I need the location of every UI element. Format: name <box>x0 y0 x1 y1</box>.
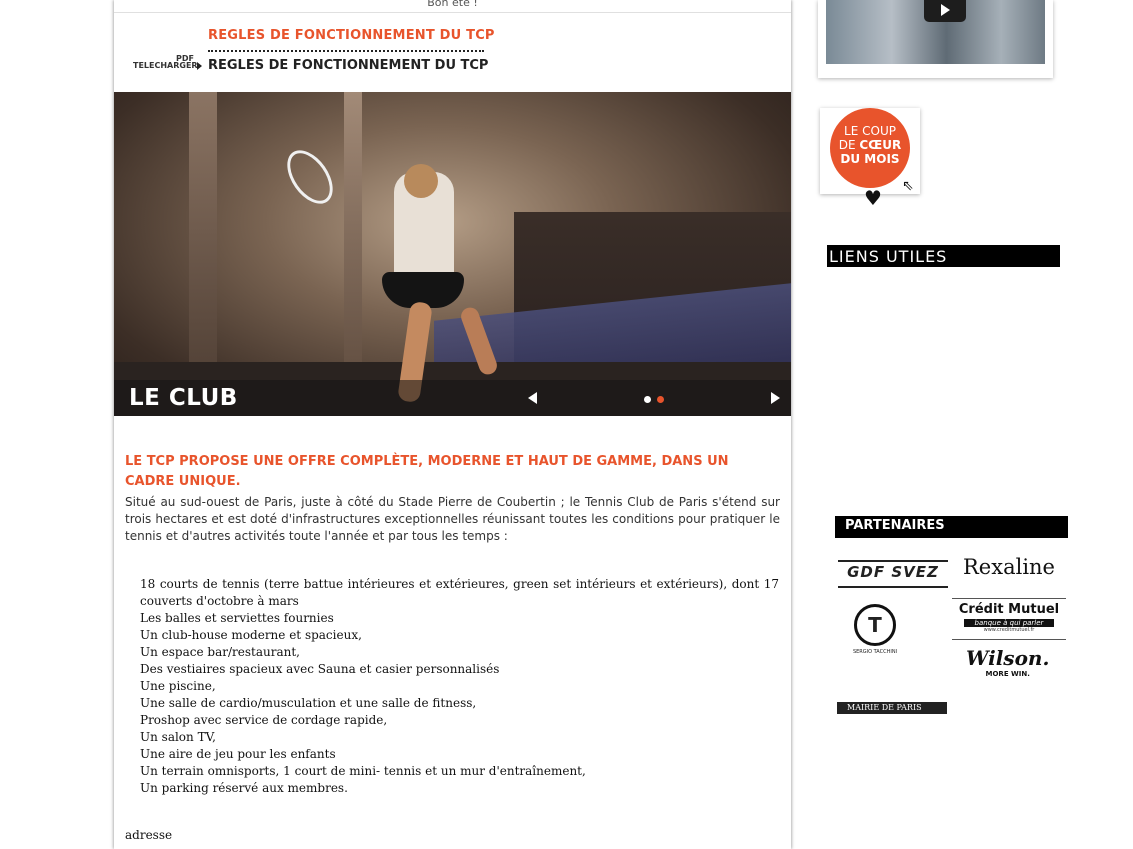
list-item: Un espace bar/restaurant, <box>140 645 300 659</box>
play-icon[interactable] <box>924 0 966 22</box>
hero-photo-detail <box>278 142 342 212</box>
gdf-suez-logo[interactable]: GDF SVEZ <box>838 560 948 588</box>
rexaline-logo[interactable]: Rexaline <box>963 555 1055 579</box>
liens-utiles-title: LIENS UTILES <box>829 247 948 266</box>
coeur-line2-pre: DE <box>838 138 860 152</box>
coeur-line2-bold: CŒUR <box>859 138 902 152</box>
address-label: adresse <box>125 828 173 842</box>
coup-de-coeur-badge[interactable]: LE COUP DE CŒUR DU MOIS <box>830 108 910 188</box>
list-item: 18 courts de tennis (terre battue intéri… <box>140 577 779 608</box>
tacchini-caption: SERGIO TACCHINI <box>852 649 898 655</box>
list-item: Un salon TV, <box>140 730 216 744</box>
slider-next-icon[interactable] <box>771 392 780 404</box>
wilson-title: Wilson. <box>966 646 1050 670</box>
wilson-tagline: MORE WIN. <box>985 670 1030 678</box>
list-item: Une piscine, <box>140 679 216 693</box>
coeur-line1: LE COUP <box>844 124 896 138</box>
sergio-tacchini-logo[interactable]: T SERGIO TACCHINI <box>852 604 898 662</box>
top-message: Bon été ! <box>114 0 791 13</box>
dotted-divider <box>208 50 484 52</box>
partners-title: PARTENAIRES <box>845 518 945 533</box>
download-title: REGLES DE FONCTIONNEMENT DU TCP <box>208 28 495 43</box>
slider-dot-1[interactable] <box>644 396 651 403</box>
download-link[interactable]: REGLES DE FONCTIONNEMENT DU TCP <box>208 58 488 73</box>
slider-caption: LE CLUB <box>129 385 238 411</box>
slider-prev-icon[interactable] <box>528 392 537 404</box>
list-item: Les balles et serviettes fournies <box>140 611 334 625</box>
list-item: Une salle de cardio/musculation et une s… <box>140 696 477 710</box>
coeur-line2: DE CŒUR <box>830 138 910 152</box>
heart-icon: ♥ <box>864 186 882 210</box>
intro-paragraph: Situé au sud-ouest de Paris, juste à côt… <box>125 495 780 543</box>
list-item: Des vestiaires spacieux avec Sauna et ca… <box>140 662 500 676</box>
tacchini-mark: T <box>854 604 896 646</box>
list-item: Un parking réservé aux membres. <box>140 781 348 795</box>
hero-photo-detail <box>404 164 438 198</box>
list-item: Un club-house moderne et spacieux, <box>140 628 362 642</box>
arrow-right-icon <box>197 62 202 70</box>
coup-de-coeur-widget[interactable]: LE COUP DE CŒUR DU MOIS ♥ ⇖ <box>820 108 920 210</box>
download-section: REGLES DE FONCTIONNEMENT DU TCP PDF TELE… <box>114 24 791 84</box>
download-label[interactable]: TELECHARGER <box>133 61 198 70</box>
hero-slider: LE CLUB <box>114 92 791 416</box>
list-item: Un terrain omnisports, 1 court de mini- … <box>140 764 586 778</box>
cursor-icon: ⇖ <box>902 178 914 194</box>
slider-dot-2[interactable] <box>657 396 664 403</box>
video-widget[interactable] <box>818 0 1053 78</box>
partners-header: PARTENAIRES <box>835 516 1068 538</box>
liens-utiles-header: LIENS UTILES <box>827 245 1060 267</box>
section-headline: LE TCP PROPOSE UNE OFFRE COMPLÈTE, MODER… <box>125 454 729 489</box>
credit-mutuel-tagline: banque à qui parler <box>964 619 1054 627</box>
credit-mutuel-url: www.creditmutuel.fr <box>983 627 1035 633</box>
video-thumbnail[interactable] <box>826 0 1045 64</box>
credit-mutuel-logo[interactable]: Crédit Mutuel banque à qui parler www.cr… <box>952 598 1066 640</box>
main-content-column: Bon été ! REGLES DE FONCTIONNEMENT DU TC… <box>114 0 791 849</box>
list-item: Une aire de jeu pour les enfants <box>140 747 336 761</box>
mairie-de-paris-logo[interactable]: MAIRIE DE PARIS <box>837 702 947 714</box>
wilson-logo[interactable]: Wilson. MORE WIN. <box>966 646 1049 678</box>
credit-mutuel-title: Crédit Mutuel <box>958 602 1060 617</box>
features-list: 18 courts de tennis (terre battue intéri… <box>140 576 779 797</box>
list-item: Proshop avec service de cordage rapide, <box>140 713 388 727</box>
coeur-line3: DU MOIS <box>840 152 900 166</box>
